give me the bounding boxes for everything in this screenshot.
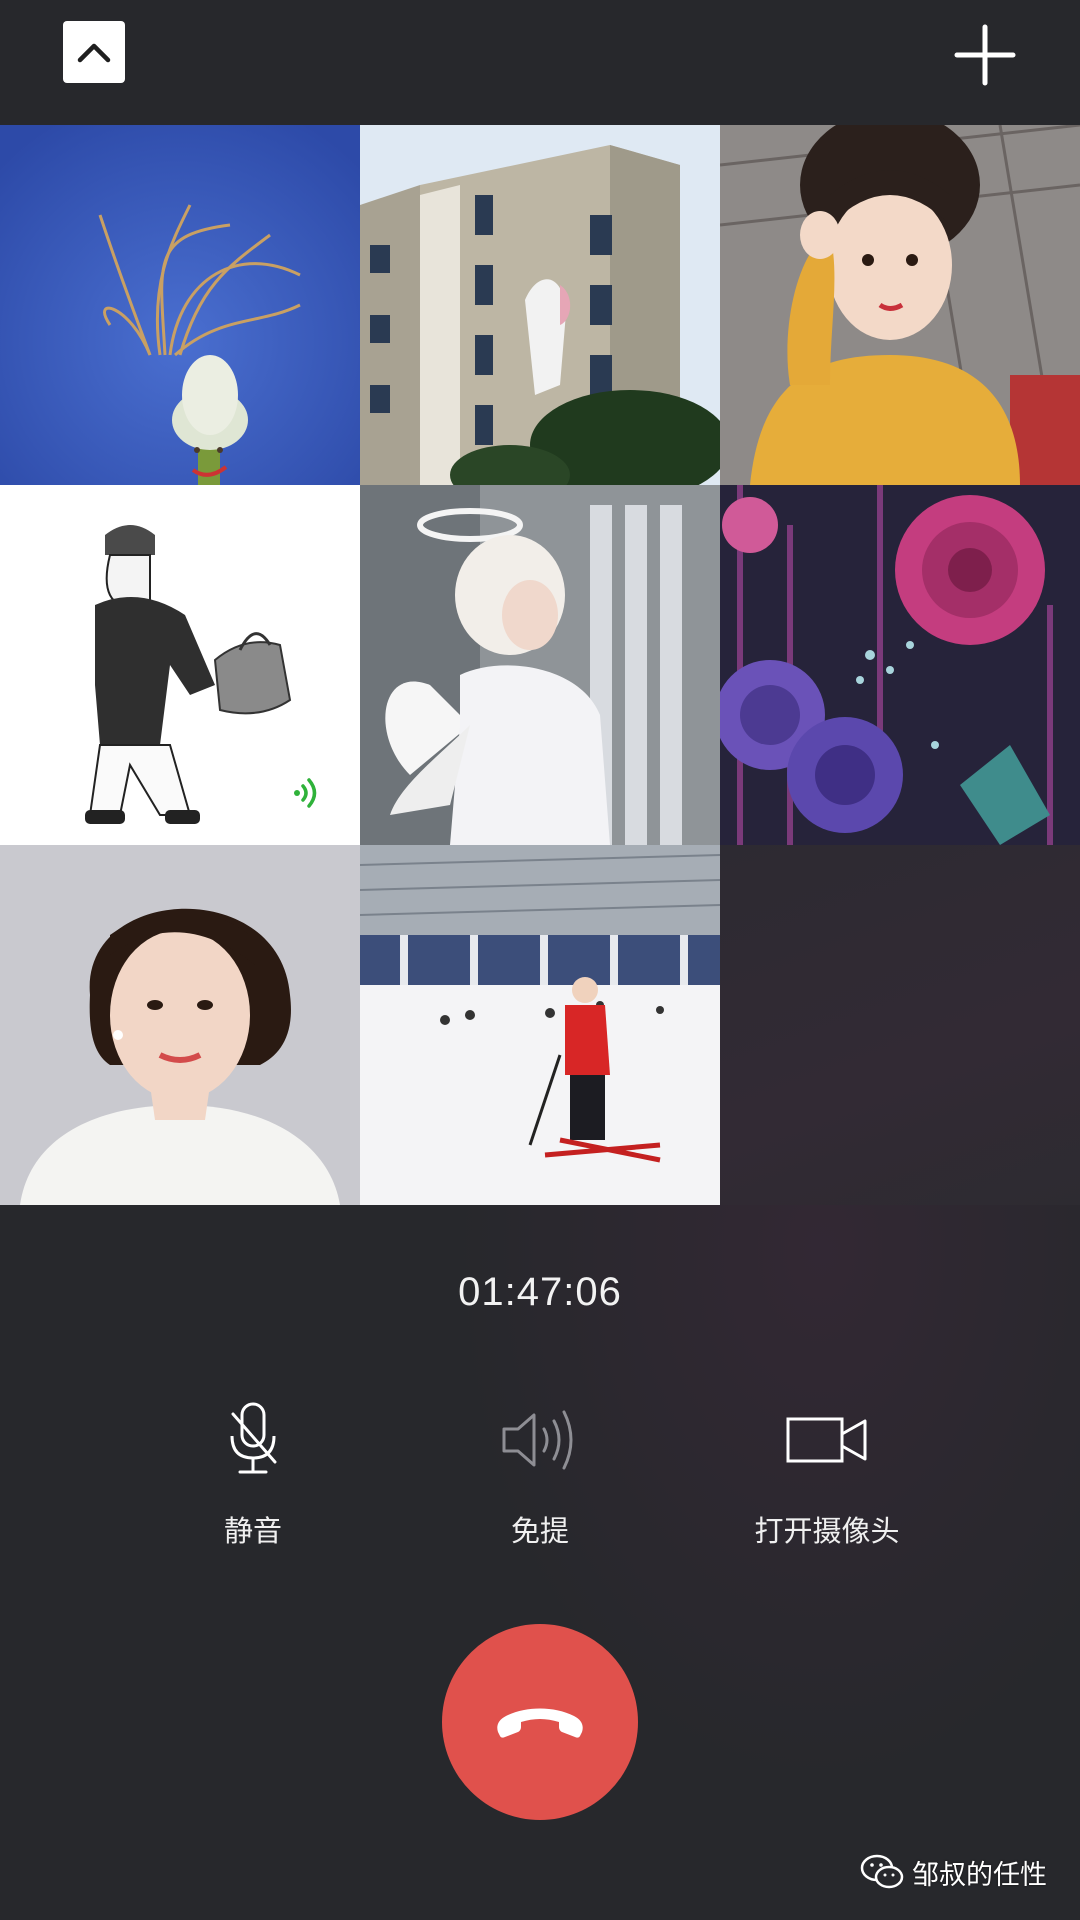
- participant-avatar: [0, 125, 360, 485]
- call-controls: 静音 免提 打开摄像头: [0, 1400, 1080, 1580]
- participant-tile[interactable]: [360, 845, 720, 1205]
- camera-button[interactable]: 打开摄像头: [707, 1400, 947, 1550]
- top-bar: [0, 0, 1080, 125]
- participant-avatar: [0, 845, 360, 1205]
- plus-icon: [954, 24, 1016, 86]
- participant-tile[interactable]: [0, 485, 360, 845]
- hang-up-button[interactable]: [442, 1624, 638, 1820]
- voip-group-call-screen: 01:47:06 静音 免提 打开摄像头 邹叔的任性: [0, 0, 1080, 1920]
- wechat-icon: [860, 1854, 904, 1889]
- speaker-button[interactable]: 免提: [420, 1400, 660, 1550]
- participant-tile[interactable]: [360, 125, 720, 485]
- empty-tile: [720, 845, 1080, 1205]
- participant-avatar: [360, 125, 720, 485]
- minimize-button[interactable]: [63, 21, 125, 83]
- participant-tile[interactable]: [360, 485, 720, 845]
- participant-grid: [0, 125, 1080, 1205]
- add-participant-button[interactable]: [950, 20, 1020, 90]
- participant-tile[interactable]: [720, 485, 1080, 845]
- mute-button[interactable]: 静音: [133, 1400, 373, 1550]
- mute-label: 静音: [223, 1514, 282, 1548]
- speaker-label: 免提: [510, 1514, 569, 1548]
- participant-avatar: [720, 485, 1080, 845]
- watermark: 邹叔的任性: [860, 1850, 1047, 1894]
- participant-tile[interactable]: [0, 125, 360, 485]
- call-duration: 01:47:06: [458, 1270, 622, 1314]
- participant-tile[interactable]: [720, 125, 1080, 485]
- video-camera-icon: [786, 1417, 867, 1463]
- speaking-indicator-icon: [294, 778, 317, 808]
- speaker-icon: [502, 1410, 573, 1470]
- watermark-text: 邹叔的任性: [912, 1859, 1047, 1891]
- chevron-up-icon: [77, 43, 111, 63]
- participant-avatar: [360, 485, 720, 845]
- camera-label: 打开摄像头: [754, 1514, 900, 1548]
- microphone-muted-icon: [230, 1402, 277, 1474]
- participant-tile[interactable]: [0, 845, 360, 1205]
- participant-avatar: [720, 125, 1080, 485]
- phone-hangup-icon: [497, 1708, 583, 1738]
- participant-avatar: [360, 845, 720, 1205]
